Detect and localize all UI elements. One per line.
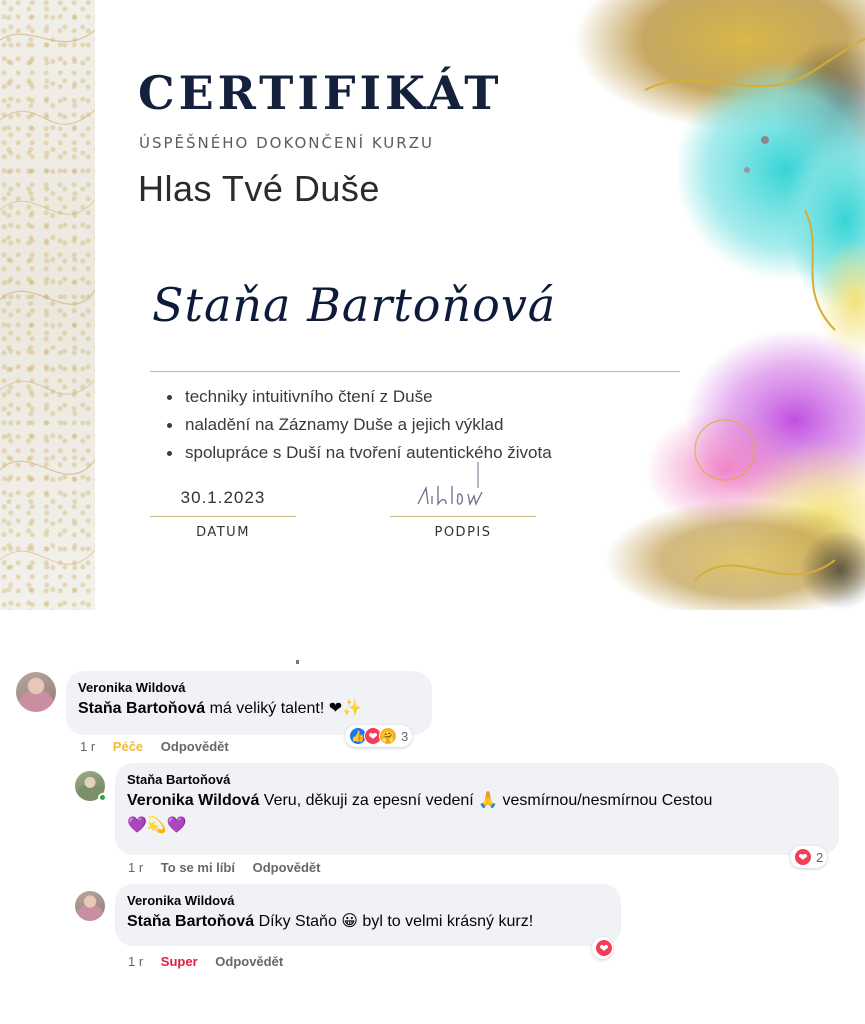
comment-body: má veliký talent! bbox=[205, 700, 329, 717]
reaction-count: 2 bbox=[816, 849, 824, 865]
react-button[interactable]: Super bbox=[161, 954, 198, 969]
gold-dust-border bbox=[0, 0, 95, 610]
comment-text: Veronika Wildová Veru, děkuji za epesní … bbox=[127, 788, 827, 813]
date-label: DATUM bbox=[196, 525, 250, 540]
mention-link[interactable]: Staňa Bartoňová bbox=[78, 700, 205, 717]
reaction-summary[interactable]: ❤ bbox=[592, 937, 613, 959]
reaction-summary[interactable]: 👍 ❤ 🤗 3 bbox=[345, 725, 413, 747]
like-button[interactable]: To se mi líbí bbox=[161, 860, 235, 875]
comment-bubble: Staňa Bartoňová Veronika Wildová Veru, d… bbox=[115, 763, 839, 855]
comment-time[interactable]: 1 r bbox=[128, 954, 143, 969]
mention-link[interactable]: Staňa Bartoňová bbox=[127, 913, 254, 930]
comment-time[interactable]: 1 r bbox=[80, 739, 95, 754]
heart-sparkles-emoji: ❤✨ bbox=[328, 698, 363, 717]
name-underline bbox=[150, 371, 680, 372]
comment-body-continued: vesmírnou/nesmírnou Cestou bbox=[498, 792, 713, 809]
comment-emoji-line: 💜💫💜 bbox=[127, 813, 827, 838]
smile-emoji: 😀 bbox=[341, 911, 358, 930]
comment-bubble: Veronika Wildová Staňa Bartoňová Díky St… bbox=[115, 884, 621, 946]
reply-button[interactable]: Odpovědět bbox=[161, 739, 229, 754]
comment-actions: 1 r Super Odpovědět bbox=[128, 954, 297, 969]
comment-author[interactable]: Veronika Wildová bbox=[127, 892, 609, 909]
love-icon: ❤ bbox=[794, 848, 812, 866]
react-button[interactable]: Péče bbox=[113, 739, 143, 754]
recipient-name: Staňa Bartoňová bbox=[152, 278, 557, 332]
skill-item: naladění na Záznamy Duše a jejich výklad bbox=[165, 413, 552, 441]
comment-time[interactable]: 1 r bbox=[128, 860, 143, 875]
comment-actions: 1 r To se mi líbí Odpovědět bbox=[128, 860, 335, 875]
reaction-count: 3 bbox=[401, 728, 409, 744]
comment-body: Díky Staňo bbox=[254, 913, 342, 930]
certificate-title: CERTIFIKÁT bbox=[138, 66, 503, 120]
comment-author[interactable]: Staňa Bartoňová bbox=[127, 771, 827, 788]
mention-link[interactable]: Veronika Wildová bbox=[127, 792, 259, 809]
handwritten-signature bbox=[417, 462, 483, 507]
reaction-summary[interactable]: ❤ 2 bbox=[790, 846, 828, 868]
comment-actions: 1 r Péče Odpovědět bbox=[80, 739, 243, 754]
care-icon: 🤗 bbox=[379, 727, 397, 745]
love-icon: ❤ bbox=[595, 939, 613, 957]
comment-text: Staňa Bartoňová Díky Staňo 😀 byl to velm… bbox=[127, 909, 609, 934]
reply-button[interactable]: Odpovědět bbox=[253, 860, 321, 875]
avatar[interactable] bbox=[75, 891, 105, 921]
comment-body: Veru, děkuji za epesní vedení bbox=[259, 792, 479, 809]
certificate-image: CERTIFIKÁT ÚSPĚŠNÉHO DOKONČENÍ KURZU Hla… bbox=[0, 0, 865, 610]
date-value: 30.1.2023 bbox=[180, 488, 266, 507]
reply-button[interactable]: Odpovědět bbox=[215, 954, 283, 969]
course-name: Hlas Tvé Duše bbox=[138, 168, 380, 209]
comment-author[interactable]: Veronika Wildová bbox=[78, 679, 420, 696]
purple-hearts-emoji: 💜💫💜 bbox=[127, 815, 187, 834]
signature-label: PODPIS bbox=[434, 525, 492, 540]
pray-emoji: 🙏 bbox=[478, 790, 499, 809]
online-status-dot bbox=[98, 793, 107, 802]
skill-item: spolupráce s Duší na tvoření autentickéh… bbox=[165, 441, 552, 469]
comment-text: Staňa Bartoňová má veliký talent! ❤✨ bbox=[78, 696, 420, 721]
skills-list: techniky intuitivního čtení z Duše nalad… bbox=[165, 385, 552, 469]
certificate-subtitle: ÚSPĚŠNÉHO DOKONČENÍ KURZU bbox=[139, 134, 434, 152]
avatar[interactable] bbox=[16, 672, 56, 712]
skill-item: techniky intuitivního čtení z Duše bbox=[165, 385, 552, 413]
signature-line bbox=[390, 516, 536, 517]
comment-body-continued: byl to velmi krásný kurz! bbox=[357, 913, 534, 930]
gold-dust-waves bbox=[0, 29, 95, 565]
date-line bbox=[150, 516, 296, 517]
separator-dot bbox=[296, 660, 299, 664]
